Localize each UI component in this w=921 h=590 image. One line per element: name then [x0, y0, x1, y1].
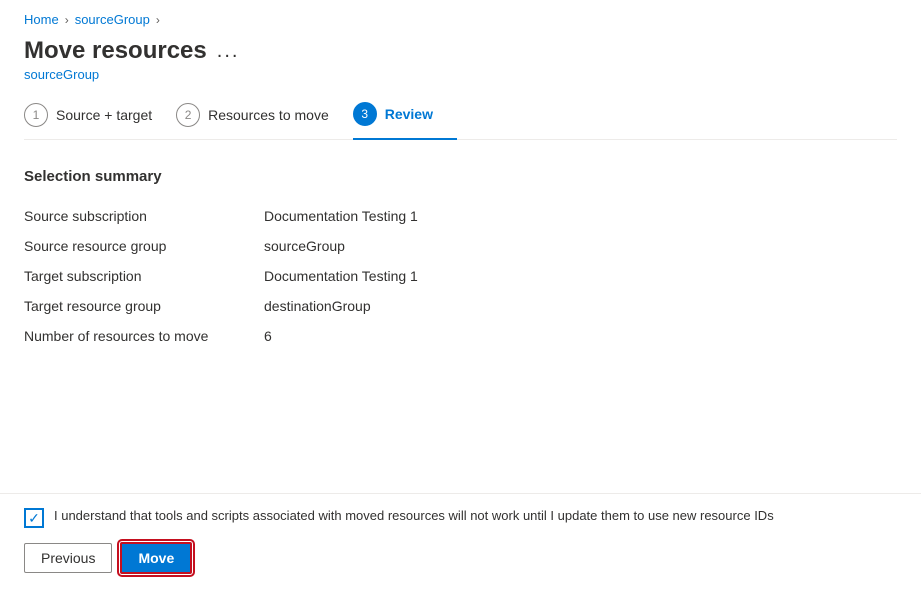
acknowledgement-text: I understand that tools and scripts asso…	[54, 508, 774, 523]
summary-row-value: sourceGroup	[264, 231, 624, 261]
summary-row-value: Documentation Testing 1	[264, 261, 624, 291]
summary-row-label: Source resource group	[24, 231, 264, 261]
page-title: Move resources	[24, 37, 207, 65]
wizard-step-2[interactable]: 2 Resources to move	[176, 103, 353, 139]
summary-table: Source subscriptionDocumentation Testing…	[24, 201, 624, 351]
page-header: Move resources ...	[24, 37, 897, 65]
breadcrumb: Home › sourceGroup ›	[24, 12, 897, 27]
step-circle-2: 2	[176, 103, 200, 127]
breadcrumb-home[interactable]: Home	[24, 12, 59, 27]
summary-row-label: Target resource group	[24, 291, 264, 321]
bottom-bar: ✓ I understand that tools and scripts as…	[0, 493, 921, 590]
wizard-step-1[interactable]: 1 Source + target	[24, 103, 176, 139]
move-button[interactable]: Move	[120, 542, 192, 574]
more-options-button[interactable]: ...	[217, 40, 240, 63]
summary-row-label: Number of resources to move	[24, 321, 264, 351]
subtitle-link[interactable]: sourceGroup	[24, 67, 897, 82]
summary-row-value: 6	[264, 321, 624, 351]
section-title: Selection summary	[24, 168, 897, 185]
page-container: Home › sourceGroup › Move resources ... …	[0, 0, 921, 590]
step-circle-1: 1	[24, 103, 48, 127]
main-content: Home › sourceGroup › Move resources ... …	[0, 0, 921, 493]
summary-row-label: Target subscription	[24, 261, 264, 291]
breadcrumb-sep-2: ›	[156, 13, 160, 27]
acknowledgement-row: ✓ I understand that tools and scripts as…	[24, 508, 897, 528]
step-circle-3: 3	[353, 102, 377, 126]
summary-row-value: Documentation Testing 1	[264, 201, 624, 231]
wizard-steps: 1 Source + target 2 Resources to move 3 …	[24, 102, 897, 140]
button-row: Previous Move	[24, 542, 897, 574]
step-label-1: Source + target	[56, 107, 152, 123]
breadcrumb-source-group[interactable]: sourceGroup	[75, 12, 150, 27]
breadcrumb-sep-1: ›	[65, 13, 69, 27]
step-label-3: Review	[385, 106, 433, 122]
step-label-2: Resources to move	[208, 107, 329, 123]
checkbox-check-icon: ✓	[28, 511, 40, 525]
acknowledgement-checkbox[interactable]: ✓	[24, 508, 44, 528]
summary-row-label: Source subscription	[24, 201, 264, 231]
previous-button[interactable]: Previous	[24, 543, 112, 573]
wizard-step-3[interactable]: 3 Review	[353, 102, 457, 140]
summary-row-value: destinationGroup	[264, 291, 624, 321]
